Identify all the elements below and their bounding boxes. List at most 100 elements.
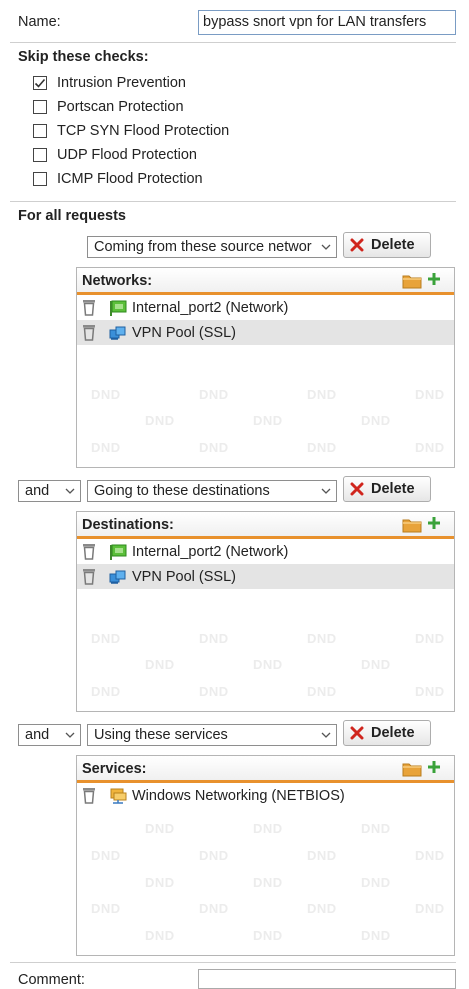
dnd-watermark: DND bbox=[253, 657, 283, 672]
trash-icon[interactable] bbox=[82, 568, 96, 585]
dnd-watermark: DND bbox=[307, 387, 337, 402]
dnd-watermark: DND bbox=[199, 631, 229, 646]
divider bbox=[10, 42, 456, 43]
folder-icon[interactable] bbox=[402, 761, 422, 780]
dnd-watermark: DND bbox=[307, 901, 337, 916]
dnd-watermark: DND bbox=[145, 875, 175, 890]
trash-icon[interactable] bbox=[82, 299, 96, 316]
checkbox-tcp-syn-flood-protection[interactable]: TCP SYN Flood Protection bbox=[33, 121, 229, 141]
dnd-watermark: DND bbox=[361, 875, 391, 890]
panel-header: Services: bbox=[77, 756, 454, 783]
divider bbox=[10, 201, 456, 202]
name-label: Name: bbox=[18, 14, 61, 30]
checkbox-box[interactable] bbox=[33, 76, 47, 90]
list-item[interactable]: VPN Pool (SSL) bbox=[77, 564, 454, 589]
dnd-watermark: DND bbox=[415, 901, 445, 916]
chevron-down-icon bbox=[321, 732, 331, 738]
services-panel: Services: Windows Networking (NETBIOS) D… bbox=[76, 755, 455, 956]
list-item-label: Internal_port2 (Network) bbox=[132, 543, 289, 560]
folder-icon[interactable] bbox=[402, 273, 422, 292]
service-selector[interactable]: Using these services bbox=[87, 724, 337, 746]
dnd-watermark: DND bbox=[91, 631, 121, 646]
dnd-watermark: DND bbox=[91, 901, 121, 916]
delete-service-button[interactable]: Delete bbox=[343, 720, 431, 746]
checkbox-portscan-protection[interactable]: Portscan Protection bbox=[33, 97, 184, 117]
add-icon[interactable] bbox=[426, 271, 442, 290]
checkbox-box[interactable] bbox=[33, 172, 47, 186]
checkbox-udp-flood-protection[interactable]: UDP Flood Protection bbox=[33, 145, 197, 165]
dnd-watermark: DND bbox=[253, 821, 283, 836]
chevron-down-icon bbox=[321, 244, 331, 250]
delete-x-icon bbox=[350, 238, 364, 252]
list-item[interactable]: Internal_port2 (Network) bbox=[77, 295, 454, 320]
conjunction-selector[interactable]: and bbox=[18, 480, 81, 502]
panel-title: Destinations: bbox=[82, 517, 174, 533]
checkbox-intrusion-prevention[interactable]: Intrusion Prevention bbox=[33, 73, 186, 93]
dnd-watermark: DND bbox=[307, 848, 337, 863]
checkbox-box[interactable] bbox=[33, 124, 47, 138]
dnd-watermark: DND bbox=[253, 928, 283, 943]
dnd-watermark: DND bbox=[361, 821, 391, 836]
dnd-watermark: DND bbox=[307, 440, 337, 455]
destination-selector[interactable]: Going to these destinations bbox=[87, 480, 337, 502]
delete-x-icon bbox=[350, 726, 364, 740]
source-selector-value: Coming from these source networ bbox=[94, 239, 312, 255]
trash-icon[interactable] bbox=[82, 543, 96, 560]
dnd-watermark: DND bbox=[91, 684, 121, 699]
checkbox-label: Portscan Protection bbox=[57, 99, 184, 115]
delete-source-button[interactable]: Delete bbox=[343, 232, 431, 258]
network-green-icon bbox=[109, 300, 127, 316]
source-selector[interactable]: Coming from these source networ bbox=[87, 236, 337, 258]
list-item[interactable]: Internal_port2 (Network) bbox=[77, 539, 454, 564]
add-icon[interactable] bbox=[426, 759, 442, 778]
folder-icon[interactable] bbox=[402, 517, 422, 536]
dnd-watermark: DND bbox=[307, 684, 337, 699]
vpn-pool-icon bbox=[109, 569, 127, 585]
dnd-watermark: DND bbox=[361, 413, 391, 428]
for-all-requests-title: For all requests bbox=[18, 208, 126, 224]
destination-selector-value: Going to these destinations bbox=[94, 483, 270, 499]
checkbox-icmp-flood-protection[interactable]: ICMP Flood Protection bbox=[33, 169, 203, 189]
conjunction-value: and bbox=[25, 483, 50, 499]
conjunction-selector[interactable]: and bbox=[18, 724, 81, 746]
vpn-pool-icon bbox=[109, 325, 127, 341]
chevron-down-icon bbox=[65, 488, 75, 494]
dnd-watermark: DND bbox=[145, 928, 175, 943]
dnd-watermark: DND bbox=[415, 440, 445, 455]
service-selector-value: Using these services bbox=[94, 727, 228, 743]
panel-header: Networks: bbox=[77, 268, 454, 295]
checkmark-icon bbox=[34, 78, 46, 88]
panel-body: Internal_port2 (Network) VPN Pool (SSL) … bbox=[77, 539, 454, 710]
trash-icon[interactable] bbox=[82, 787, 96, 804]
dnd-watermark: DND bbox=[415, 684, 445, 699]
panel-header: Destinations: bbox=[77, 512, 454, 539]
checkbox-label: UDP Flood Protection bbox=[57, 147, 197, 163]
dnd-watermark: DND bbox=[91, 440, 121, 455]
list-item[interactable]: VPN Pool (SSL) bbox=[77, 320, 454, 345]
list-item-label: VPN Pool (SSL) bbox=[132, 568, 236, 585]
delete-button-label: Delete bbox=[371, 237, 415, 253]
conjunction-value: and bbox=[25, 727, 50, 743]
panel-title: Services: bbox=[82, 761, 147, 777]
dnd-watermark: DND bbox=[307, 631, 337, 646]
dnd-watermark: DND bbox=[415, 387, 445, 402]
delete-button-label: Delete bbox=[371, 725, 415, 741]
trash-icon[interactable] bbox=[82, 324, 96, 341]
network-green-icon bbox=[109, 544, 127, 560]
dnd-watermark: DND bbox=[253, 875, 283, 890]
dnd-watermark: DND bbox=[199, 684, 229, 699]
destinations-panel: Destinations: Internal_port2 (Network) V… bbox=[76, 511, 455, 712]
checkbox-label: ICMP Flood Protection bbox=[57, 171, 203, 187]
list-item[interactable]: Windows Networking (NETBIOS) bbox=[77, 783, 454, 808]
panel-body: Windows Networking (NETBIOS) DND DND DND… bbox=[77, 783, 454, 954]
dnd-watermark: DND bbox=[145, 821, 175, 836]
list-item-label: Windows Networking (NETBIOS) bbox=[132, 787, 345, 804]
checkbox-box[interactable] bbox=[33, 148, 47, 162]
dnd-watermark: DND bbox=[253, 413, 283, 428]
comment-input[interactable] bbox=[198, 969, 456, 989]
name-input[interactable]: bypass snort vpn for LAN transfers bbox=[198, 10, 456, 35]
delete-destination-button[interactable]: Delete bbox=[343, 476, 431, 502]
add-icon[interactable] bbox=[426, 515, 442, 534]
dnd-watermark: DND bbox=[199, 440, 229, 455]
checkbox-box[interactable] bbox=[33, 100, 47, 114]
